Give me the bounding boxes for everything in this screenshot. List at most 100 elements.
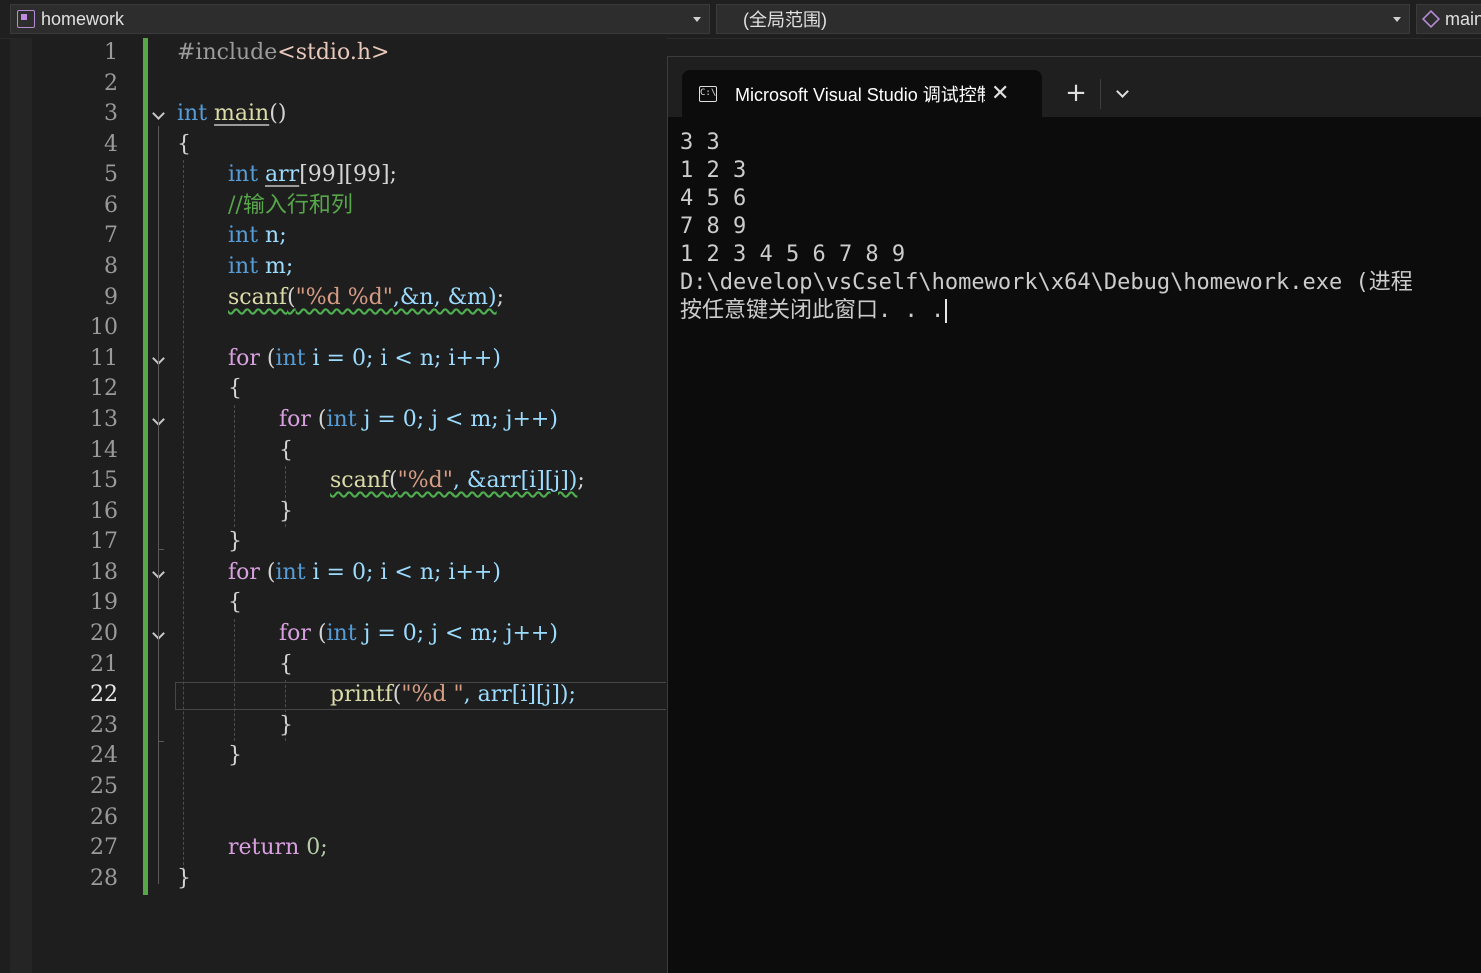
text-cursor — [945, 299, 948, 323]
brace: } — [228, 529, 242, 554]
arguments: , &arr[i][j]) — [452, 468, 578, 493]
line-number: 18 — [90, 560, 118, 585]
keyword: int — [326, 407, 357, 432]
console-title-bar: C:\ Microsoft Visual Studio 调试控制台 ✕ + — [668, 57, 1481, 117]
code-line-9: scanf("%d %d",&n, &m); — [228, 283, 504, 313]
brace: } — [228, 743, 242, 768]
brace: } — [279, 499, 293, 524]
line-number: 8 — [104, 254, 118, 279]
line-number: 15 — [90, 468, 118, 493]
chevron-down-icon — [1393, 17, 1401, 22]
prompt-text: 按任意键关闭此窗口. . . — [680, 298, 945, 323]
format-string: "%d " — [401, 682, 464, 707]
preprocessor-directive: #include — [177, 40, 278, 65]
paren: ( — [389, 468, 398, 493]
collapse-chevron-icon[interactable] — [152, 108, 166, 122]
output-line: 3 3 — [680, 130, 720, 155]
code-line-24: } — [228, 741, 242, 771]
keyword: for — [228, 560, 260, 585]
line-number: 2 — [104, 71, 118, 96]
semicolon: ; — [577, 468, 585, 493]
paren: ( — [310, 621, 327, 646]
format-string: "%d" — [397, 468, 453, 493]
fold-region-line — [158, 371, 159, 549]
indicator-margin — [10, 38, 32, 973]
project-name: homework — [41, 8, 125, 29]
keyword: int — [326, 621, 357, 646]
scope-dropdown[interactable]: (全局范围) — [716, 4, 1410, 34]
divider — [1100, 79, 1101, 109]
console-output[interactable]: 3 3 1 2 3 4 5 6 7 8 9 1 2 3 4 5 6 7 8 9 … — [680, 129, 1481, 325]
output-line: 1 2 3 4 5 6 7 8 9 — [680, 242, 906, 267]
output-line: 4 5 6 — [680, 186, 747, 211]
close-icon[interactable]: ✕ — [991, 82, 1009, 105]
line-number: 3 — [104, 101, 118, 126]
array-dims: [99][99]; — [299, 162, 397, 187]
brace: } — [279, 713, 293, 738]
line-number: 28 — [90, 866, 118, 891]
project-dropdown[interactable]: homework — [10, 4, 710, 34]
change-tracking-bar — [143, 38, 148, 895]
brace: } — [177, 866, 191, 891]
console-tab[interactable]: C:\ Microsoft Visual Studio 调试控制台 ✕ — [682, 70, 1042, 117]
line-number: 25 — [90, 774, 118, 799]
indent-guide — [234, 405, 235, 527]
paren: ( — [287, 285, 296, 310]
comment: //输入行和列 — [228, 193, 353, 218]
line-number: 7 — [104, 223, 118, 248]
line-number: 13 — [90, 407, 118, 432]
line-number: 27 — [90, 835, 118, 860]
debug-console-window[interactable]: C:\ Microsoft Visual Studio 调试控制台 ✕ + 3 … — [667, 56, 1481, 973]
code-line-5: int arr[99][99]; — [228, 160, 397, 190]
code-line-17: } — [228, 527, 242, 557]
keyword: int — [177, 101, 208, 126]
code-editor[interactable]: 1 2 3 4 5 6 7 8 9 10 11 12 13 14 15 16 1… — [10, 38, 666, 973]
collapse-chevron-icon[interactable] — [152, 353, 166, 367]
output-line: D:\develop\vsCself\homework\x64\Debug\ho… — [680, 270, 1426, 295]
chevron-down-icon — [693, 17, 701, 22]
line-number: 9 — [104, 285, 118, 310]
collapse-chevron-icon[interactable] — [152, 414, 166, 428]
loop-header: j = 0; j < m; j++) — [356, 407, 558, 432]
new-tab-button[interactable]: + — [1056, 77, 1096, 111]
collapse-chevron-icon[interactable] — [152, 628, 166, 642]
indent-guide — [183, 160, 184, 885]
keyword: int — [228, 162, 259, 187]
keyword: int — [228, 223, 259, 248]
parens: () — [269, 101, 287, 126]
line-number: 10 — [90, 315, 118, 340]
output-line: 7 8 9 — [680, 214, 747, 239]
paren: ( — [259, 346, 276, 371]
keyword: int — [275, 346, 306, 371]
line-number: 6 — [104, 193, 118, 218]
line-number-active: 22 — [90, 682, 118, 707]
loop-header: i = 0; i < n; i++) — [305, 560, 501, 585]
line-number: 16 — [90, 499, 118, 524]
fold-region-end — [158, 741, 164, 742]
keyword: return — [228, 835, 300, 860]
keyword: for — [279, 621, 311, 646]
collapse-chevron-icon[interactable] — [152, 567, 166, 581]
indent-guide — [234, 619, 235, 741]
output-line: 1 2 3 — [680, 158, 747, 183]
line-number: 23 — [90, 713, 118, 738]
brace: { — [279, 652, 293, 677]
arguments: , arr[i][j]); — [463, 682, 576, 707]
chevron-down-icon[interactable] — [1108, 77, 1138, 111]
tab-title: Microsoft Visual Studio 调试控制台 — [735, 84, 985, 105]
line-number: 17 — [90, 529, 118, 554]
code-line-16: } — [279, 497, 293, 527]
code-line-1: #include<stdio.h> — [177, 38, 389, 68]
scope-name: (全局范围) — [743, 10, 827, 30]
variable: m; — [258, 254, 294, 279]
keyword: int — [228, 254, 259, 279]
code-line-27: return 0; — [228, 833, 328, 863]
code-line-28: } — [177, 864, 191, 894]
line-number: 19 — [90, 590, 118, 615]
member-dropdown[interactable]: main — [1416, 4, 1481, 34]
keyword: for — [228, 346, 260, 371]
project-icon — [17, 10, 35, 28]
function-cube-icon — [1421, 9, 1441, 29]
line-number: 11 — [90, 346, 118, 371]
member-name: main — [1445, 8, 1481, 29]
